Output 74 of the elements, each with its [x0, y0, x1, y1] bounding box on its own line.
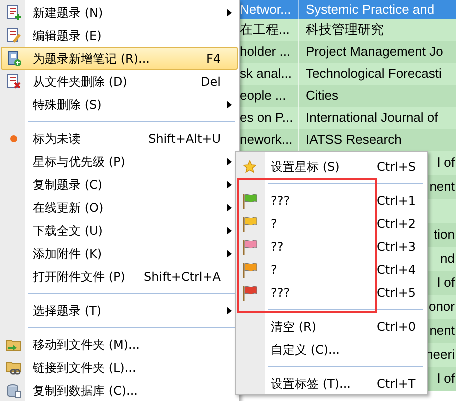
menu-item[interactable]: 特殊删除 (S) — [1, 93, 238, 116]
menu-item[interactable]: 编辑题录 (E) — [1, 24, 238, 47]
table-cell-text: Project Management Jo — [305, 43, 444, 62]
table-cell: nent — [428, 175, 456, 199]
submenu-arrow-icon — [226, 100, 232, 108]
shortcut-label: Ctrl+T — [377, 376, 417, 392]
menu-item[interactable]: 链接到文件夹 (L)... — [1, 356, 238, 379]
table-row[interactable]: es on P... International Journal of — [240, 107, 456, 129]
menu-item[interactable]: ? Ctrl+2 — [236, 212, 427, 235]
menu-item[interactable]: 选择题录 (T) — [1, 299, 238, 322]
menu-item[interactable]: 复制题录 (C) — [1, 173, 238, 196]
table-cell: onor — [428, 295, 456, 319]
menu-item[interactable]: ? Ctrl+4 — [236, 258, 427, 281]
star-icon — [243, 160, 257, 174]
shortcut-label: Del — [201, 74, 221, 90]
menu-item[interactable]: 设置星标 (S) Ctrl+S — [236, 155, 427, 178]
shortcut-label: Shift+Alt+U — [148, 130, 221, 148]
menu-item[interactable]: 添加附件 (K) — [1, 242, 238, 265]
table-cell: l of — [428, 151, 456, 175]
menu-item[interactable]: 设置标签 (T)... Ctrl+T — [236, 372, 427, 395]
table-cell-text: IATSS Research — [305, 131, 402, 150]
table-cell — [428, 199, 456, 223]
table-cell: nent — [428, 319, 456, 343]
shortcut-label: Ctrl+1 — [377, 192, 418, 210]
delete-document-icon — [6, 74, 22, 90]
submenu-arrow-icon — [226, 250, 232, 258]
shortcut-label: Ctrl+4 — [377, 262, 418, 278]
table-cell-text: International Journal of — [305, 109, 438, 128]
menu-item[interactable]: 打开附件文件 (P) Shift+Ctrl+A — [1, 265, 238, 288]
shortcut-label: Ctrl+5 — [377, 284, 418, 302]
table-row[interactable]: nework... IATSS Research — [240, 129, 456, 151]
menu-item[interactable]: 移动到文件夹 (M)... — [1, 333, 238, 356]
table-cell: l of — [428, 367, 456, 391]
table-cell: l of — [428, 271, 456, 295]
menu-item[interactable]: 星标与优先级 (P) — [1, 150, 238, 173]
shortcut-label: Ctrl+S — [377, 158, 418, 176]
menu-item[interactable]: 新建题录 (N) — [1, 1, 238, 24]
shortcut-label: Ctrl+2 — [377, 216, 418, 232]
menu-item[interactable]: 从文件夹删除 (D) Del — [1, 70, 238, 93]
submenu-arrow-icon — [226, 158, 232, 166]
table-cell-text: Cities — [305, 87, 339, 106]
shortcut-label: F4 — [206, 50, 221, 68]
shortcut-label: Ctrl+0 — [377, 318, 418, 336]
menu-item[interactable]: 标为未读 Shift+Alt+U — [1, 127, 238, 150]
table-row[interactable]: holder ... Project Management Jo — [240, 41, 456, 63]
menu-item[interactable]: 自定义 (C)... — [236, 338, 427, 361]
menu-item[interactable]: 下载全文 (U) — [1, 219, 238, 242]
menu-item[interactable]: 清空 (R) Ctrl+0 — [236, 315, 427, 338]
notebook-add-icon — [6, 50, 22, 66]
submenu-arrow-icon — [226, 226, 232, 234]
dot-icon — [10, 134, 18, 142]
table-cell-text: 科技管理研究 — [305, 21, 384, 40]
menu-item[interactable]: ??? Ctrl+1 — [236, 189, 427, 212]
table-row[interactable]: eople ... Cities — [240, 85, 456, 107]
menu-item[interactable]: 复制到数据库 (C)... — [1, 379, 238, 401]
submenu-arrow-icon — [226, 180, 232, 188]
table-row[interactable]: sk anal... Technological Forecasti — [240, 63, 456, 85]
new-document-icon — [6, 4, 22, 20]
folder-link-icon — [6, 360, 22, 376]
submenu-arrow-icon — [226, 306, 232, 314]
database-icon — [6, 382, 22, 398]
table-cell: tion — [428, 223, 456, 247]
menu-item[interactable]: 在线更新 (O) — [1, 196, 238, 219]
edit-document-icon — [6, 28, 22, 44]
shortcut-label: Shift+Ctrl+A — [144, 268, 221, 286]
shortcut-label: Ctrl+3 — [377, 238, 418, 256]
menu-item[interactable]: 为题录新增笔记 (R)... F4 — [1, 47, 238, 70]
table-row[interactable]: 在工程... 科技管理研究 — [240, 19, 456, 41]
submenu-arrow-icon — [226, 8, 232, 16]
menu-item[interactable]: ??? Ctrl+5 — [236, 281, 427, 304]
menu-item[interactable]: ?? Ctrl+3 — [236, 235, 427, 258]
table-cell-text: Technological Forecasti — [305, 65, 442, 84]
table-cell: nd — [428, 247, 456, 271]
submenu-arrow-icon — [226, 204, 232, 212]
